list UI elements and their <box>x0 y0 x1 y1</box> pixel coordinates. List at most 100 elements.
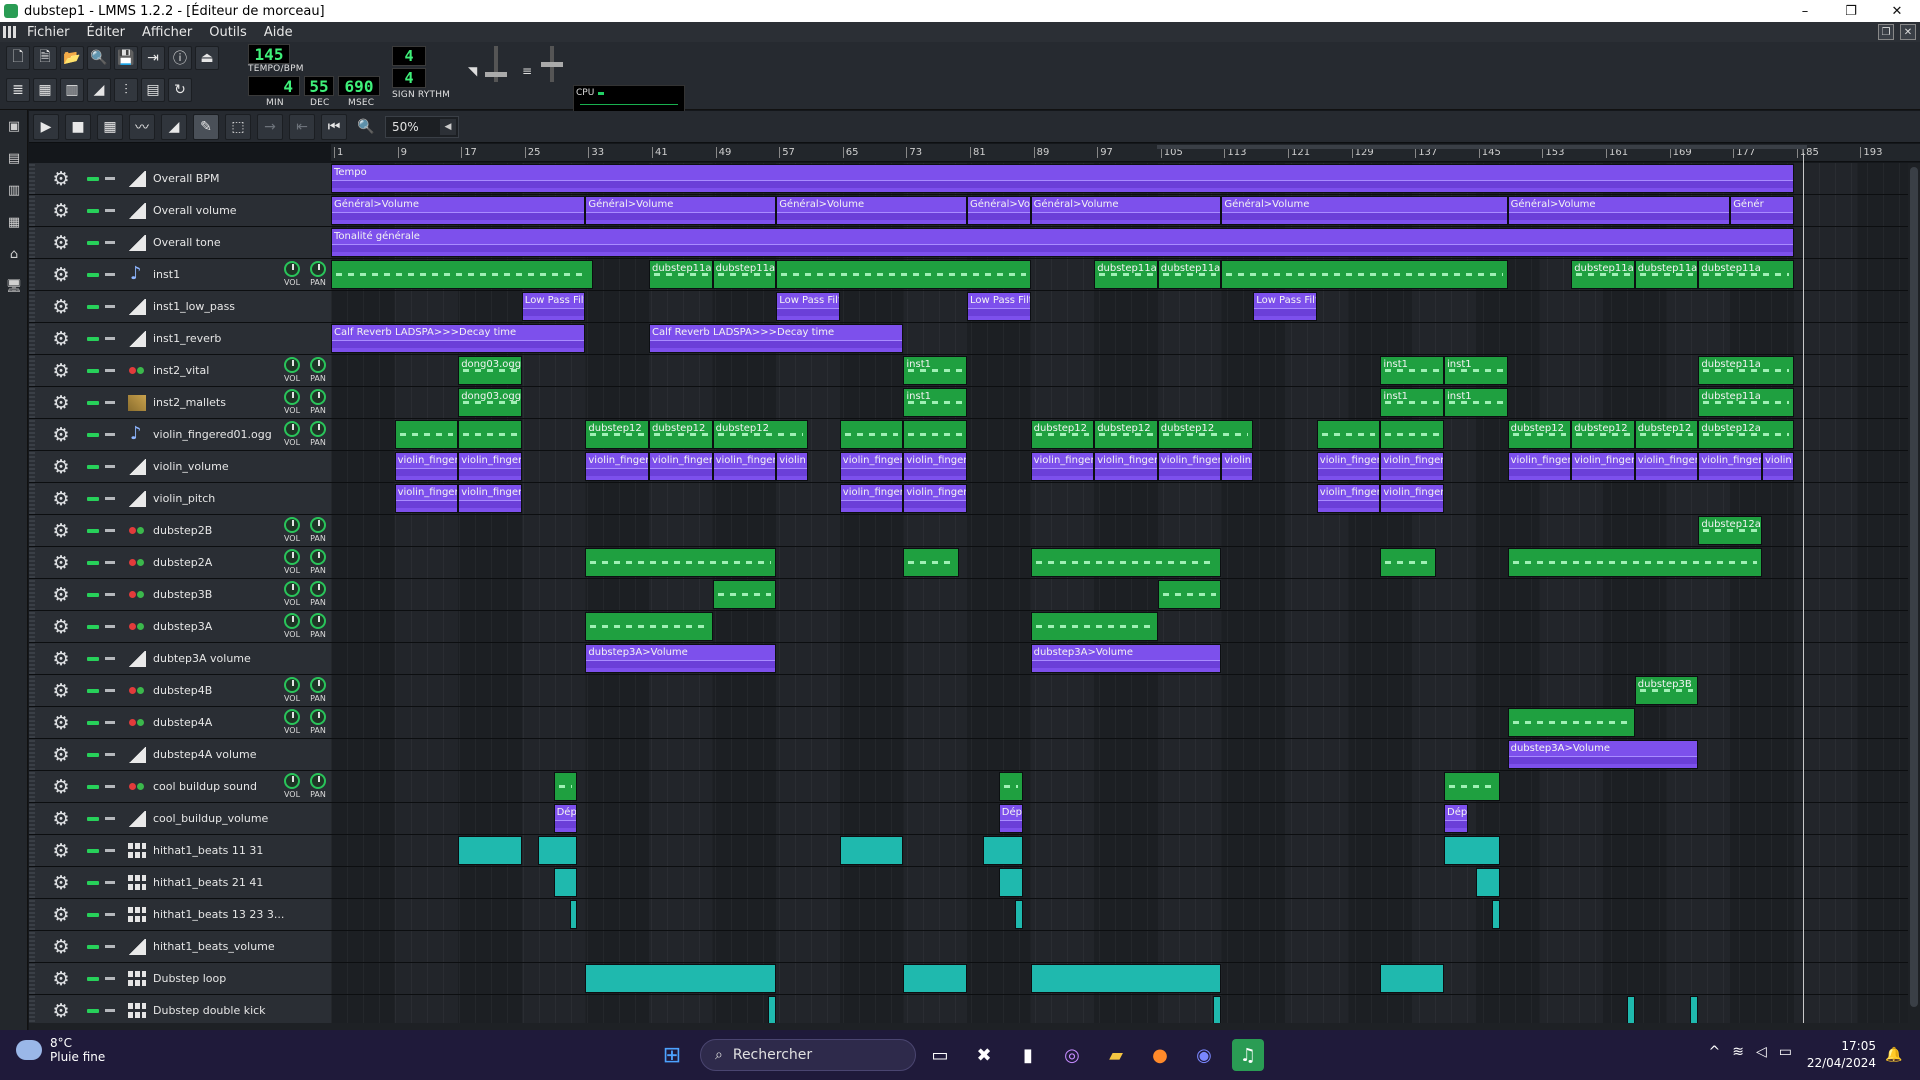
solo-toggle[interactable] <box>105 625 115 628</box>
volume-knob[interactable]: VOL <box>281 421 303 447</box>
mixer-icon[interactable]: ⫶ <box>114 78 138 102</box>
pattern-clip[interactable]: dubstep11a <box>1698 260 1794 289</box>
zoom-dropdown-icon[interactable]: ◀ <box>440 119 456 135</box>
automation-clip[interactable]: Low Pass Filt <box>967 292 1031 321</box>
pattern-clip[interactable]: dubstep12 <box>585 420 649 449</box>
automation-clip[interactable]: violin_finger <box>1634 452 1699 481</box>
automation-clip[interactable]: Génér <box>1730 196 1794 225</box>
pattern-clip[interactable]: dubstep12a <box>1698 516 1762 545</box>
pattern-clip[interactable]: dubstep11a <box>1698 388 1794 417</box>
track-timeline[interactable]: Calf Reverb LADSPA>>>Decay time Calf Reve… <box>331 323 1920 354</box>
volume-knob[interactable]: VOL <box>281 261 303 287</box>
automation-clip[interactable]: dubstep3A>Volume <box>585 644 777 673</box>
piano-roll-icon[interactable]: ▥ <box>60 78 84 102</box>
mute-toggle[interactable] <box>87 976 99 981</box>
gear-icon[interactable]: ⚙ <box>51 1001 71 1021</box>
track-grip-handle[interactable] <box>29 387 35 418</box>
beat-clip[interactable] <box>1690 996 1699 1023</box>
solo-toggle[interactable] <box>105 593 115 596</box>
beat-clip[interactable] <box>982 836 1023 865</box>
solo-toggle[interactable] <box>105 337 115 340</box>
automation-clip[interactable]: violin_finger <box>1316 452 1381 481</box>
solo-toggle[interactable] <box>105 881 115 884</box>
track-name[interactable]: inst2_vital <box>153 364 293 377</box>
pattern-clip[interactable]: dubstep11a <box>1571 260 1635 289</box>
menu-editer[interactable]: Éditer <box>79 25 135 40</box>
track-name[interactable]: violin_pitch <box>153 492 293 505</box>
automation-clip[interactable]: Général>Volume <box>776 196 967 225</box>
track-name[interactable]: Overall volume <box>153 204 293 217</box>
pattern-clip[interactable]: dubstep11a <box>1634 260 1699 289</box>
pattern-clip[interactable] <box>458 420 522 449</box>
pattern-clip[interactable] <box>712 580 777 609</box>
instrument-plugins-icon[interactable]: ▣ <box>0 110 28 142</box>
track-timeline[interactable] <box>331 547 1920 578</box>
track-grip-handle[interactable] <box>29 803 35 834</box>
track-name[interactable]: dubstep4A <box>153 716 293 729</box>
track-grip-handle[interactable] <box>29 515 35 546</box>
automation-clip[interactable]: Général>Volume <box>1030 196 1222 225</box>
beat-clip[interactable] <box>839 836 904 865</box>
track-timeline[interactable]: dubstep3A>Volume dubstep3A>Volume <box>331 643 1920 674</box>
gear-icon[interactable]: ⚙ <box>51 169 71 189</box>
automation-clip[interactable]: violin_finger <box>1380 452 1444 481</box>
time-signature-numerator[interactable]: 4 <box>392 46 426 66</box>
pan-knob[interactable]: PAN <box>307 613 329 639</box>
pattern-clip[interactable]: dubstep11a <box>1094 260 1158 289</box>
track-grip-handle[interactable] <box>29 611 35 642</box>
track-grip-handle[interactable] <box>29 291 35 322</box>
automation-clip[interactable]: dubstep3A>Volume <box>1507 740 1699 769</box>
solo-toggle[interactable] <box>105 273 115 276</box>
automation-clip[interactable]: violin_finger <box>1094 452 1158 481</box>
gear-icon[interactable]: ⚙ <box>51 329 71 349</box>
solo-toggle[interactable] <box>105 497 115 500</box>
pattern-clip[interactable]: dubstep11a <box>1157 260 1222 289</box>
solo-toggle[interactable] <box>105 785 115 788</box>
automation-clip[interactable]: violin_finger <box>394 484 459 513</box>
gear-icon[interactable]: ⚙ <box>51 425 71 445</box>
track-name[interactable]: Overall BPM <box>153 172 293 185</box>
solo-toggle[interactable] <box>105 561 115 564</box>
gear-icon[interactable]: ⚙ <box>51 809 71 829</box>
mute-toggle[interactable] <box>87 496 99 501</box>
track-timeline[interactable]: Low Pass Filt Low Pass Filt Low Pass Filt L… <box>331 291 1920 322</box>
track-name[interactable]: cool_buildup_volume <box>153 812 293 825</box>
pattern-clip[interactable]: dubstep11a <box>649 260 713 289</box>
solo-toggle[interactable] <box>105 1009 115 1012</box>
track-name[interactable]: violin_volume <box>153 460 293 473</box>
automation-clip[interactable]: Dépl <box>1444 804 1468 833</box>
track-grip-handle[interactable] <box>29 835 35 866</box>
pattern-clip[interactable] <box>776 260 1031 289</box>
track-name[interactable]: dubstep3B <box>153 588 293 601</box>
windows-start-icon[interactable]: ⊞ <box>656 1039 688 1071</box>
track-timeline[interactable]: dubstep3B <box>331 675 1920 706</box>
mute-toggle[interactable] <box>87 784 99 789</box>
solo-toggle[interactable] <box>105 913 115 916</box>
automation-clip[interactable]: violin_finger <box>839 452 904 481</box>
track-timeline[interactable]: Tonalité générale <box>331 227 1920 258</box>
track-name[interactable]: dubstep2B <box>153 524 293 537</box>
track-timeline[interactable]: dubstep11a dubstep11a dubstep11a dubstep11a… <box>331 259 1920 290</box>
pattern-clip[interactable] <box>331 260 594 289</box>
track-name[interactable]: inst2_mallets <box>153 396 293 409</box>
track-timeline[interactable]: Tempo <box>331 163 1920 194</box>
beat-clip[interactable] <box>1475 868 1500 897</box>
solo-toggle[interactable] <box>105 305 115 308</box>
track-timeline[interactable] <box>331 963 1920 994</box>
pattern-clip[interactable]: dubstep12a <box>1698 420 1794 449</box>
app-icon-purple[interactable]: ◎ <box>1056 1039 1088 1071</box>
pattern-clip[interactable] <box>585 548 777 577</box>
track-timeline[interactable] <box>331 707 1920 738</box>
pan-knob[interactable]: PAN <box>307 549 329 575</box>
add-sample-track-icon[interactable]: 〰 <box>129 114 155 140</box>
track-grip-handle[interactable] <box>29 227 35 258</box>
loop-range-bar[interactable] <box>1157 145 1807 149</box>
weather-widget[interactable]: 8°C Pluie fine <box>16 1036 105 1064</box>
app-menu-icon[interactable] <box>3 26 17 38</box>
my-home-icon[interactable]: ⌂ <box>0 238 28 270</box>
export-icon[interactable]: ⇥ <box>141 46 165 70</box>
track-grip-handle[interactable] <box>29 547 35 578</box>
discord-icon[interactable]: ◉ <box>1188 1039 1220 1071</box>
beat-clip[interactable] <box>903 964 967 993</box>
automation-clip[interactable]: violin_finger <box>839 484 904 513</box>
